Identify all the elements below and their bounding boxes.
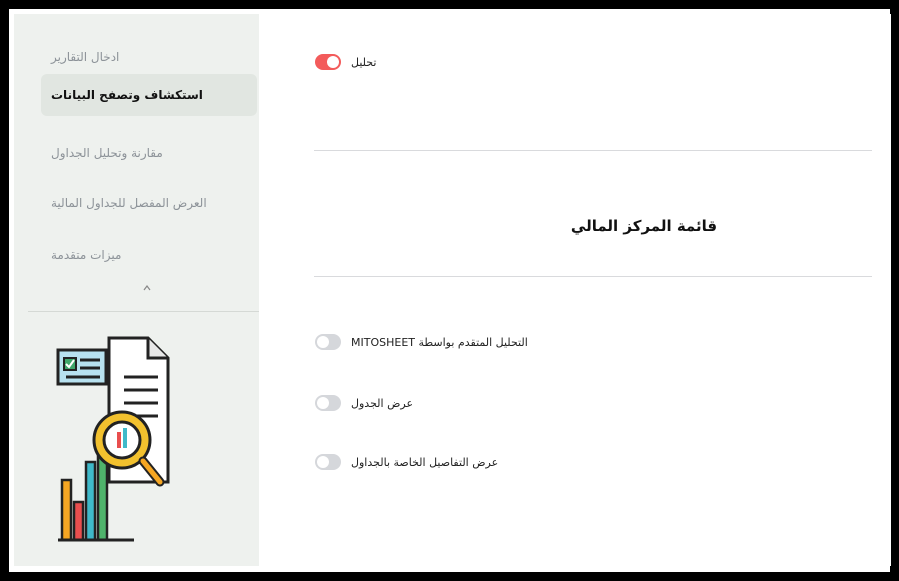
sidebar-item-label: ميزات متقدمة (51, 248, 122, 262)
mitosheet-toggle-label: MITOSHEET التحليل المتقدم بواسطة (351, 335, 528, 349)
sidebar-divider (28, 311, 271, 312)
toggle-knob (317, 336, 329, 348)
table-view-toggle-row[interactable]: عرض الجدول (315, 395, 413, 411)
sidebar-item-label: العرض المفصل للجداول المالية (51, 196, 207, 210)
report-analysis-illustration (56, 336, 170, 542)
table-view-toggle[interactable] (315, 395, 341, 411)
analysis-toggle[interactable] (315, 54, 341, 70)
divider-bottom (314, 276, 872, 277)
sidebar: ادخال التقارير استكشاف وتصفح البيانات مق… (14, 14, 271, 566)
analysis-toggle-label: تحليل (351, 55, 377, 69)
toggle-knob (317, 397, 329, 409)
sidebar-item-advanced-features[interactable]: ميزات متقدمة (41, 234, 257, 276)
main-content: تحليل قائمة المركز المالي MITOSHEET التح… (259, 14, 891, 566)
toggle-knob (317, 456, 329, 468)
divider-top (314, 150, 872, 151)
table-details-toggle[interactable] (315, 454, 341, 470)
mitosheet-toggle[interactable] (315, 334, 341, 350)
chevron-up-icon (143, 285, 151, 291)
sidebar-item-compare-tables[interactable]: مقارنة وتحليل الجداول (41, 132, 257, 174)
chevron-up-icon[interactable] (142, 284, 152, 295)
section-title: قائمة المركز المالي (570, 217, 718, 235)
mitosheet-toggle-row[interactable]: MITOSHEET التحليل المتقدم بواسطة (315, 334, 528, 350)
table-view-toggle-label: عرض الجدول (351, 396, 414, 410)
toggle-knob (327, 56, 339, 68)
table-details-toggle-label: عرض التفاصيل الخاصة بالجداول (351, 455, 499, 469)
sidebar-item-label: ادخال التقارير (51, 50, 120, 64)
sidebar-item-label: مقارنة وتحليل الجداول (51, 146, 163, 160)
table-details-toggle-row[interactable]: عرض التفاصيل الخاصة بالجداول (315, 454, 498, 470)
sidebar-item-explore-data[interactable]: استكشاف وتصفح البيانات (41, 74, 257, 116)
analysis-toggle-row[interactable]: تحليل (315, 54, 376, 70)
sidebar-item-detailed-view[interactable]: العرض المفصل للجداول المالية (41, 182, 257, 224)
sidebar-item-report-entry[interactable]: ادخال التقارير (41, 36, 257, 78)
sidebar-item-label: استكشاف وتصفح البيانات (51, 88, 203, 102)
